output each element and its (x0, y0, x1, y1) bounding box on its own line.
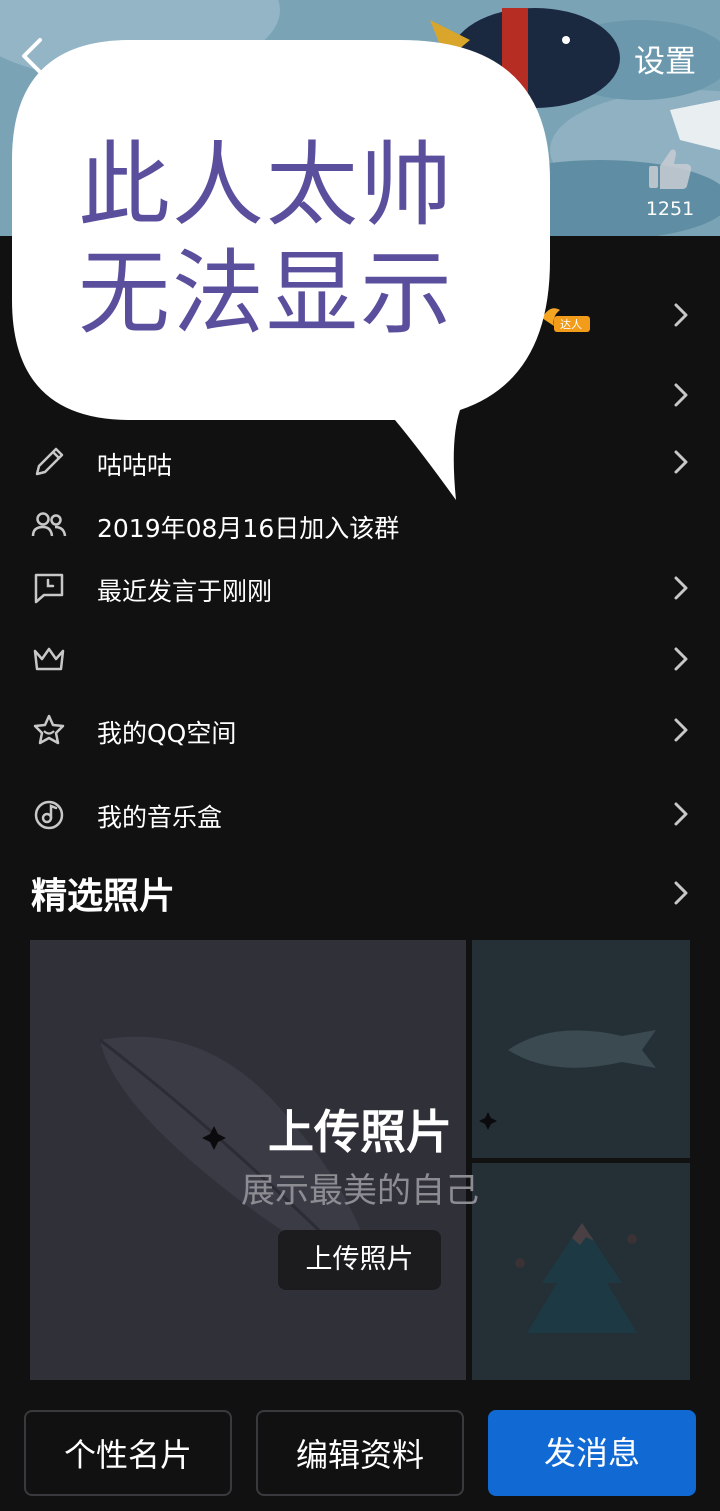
edit-profile-button[interactable]: 编辑资料 (256, 1410, 464, 1496)
last-speak-row[interactable]: 最近发言于刚刚 (0, 558, 720, 618)
info-row-2[interactable] (0, 365, 720, 425)
upload-photo-title: 上传照片 (268, 1105, 452, 1159)
chevron-right-icon (674, 718, 688, 742)
send-message-button[interactable]: 发消息 (488, 1410, 696, 1496)
chevron-right-icon (674, 383, 688, 407)
chevron-right-icon[interactable] (670, 879, 692, 907)
qzone-text: 我的QQ空间 (97, 719, 237, 748)
chevron-right-icon (674, 450, 688, 474)
sticker-line-2: 无法显示 (78, 240, 455, 347)
star-icon (33, 714, 65, 745)
like-count: 1251 (645, 198, 695, 220)
join-date-row: 2019年08月16日加入该群 (0, 495, 720, 555)
chevron-right-icon (674, 303, 688, 327)
settings-button[interactable]: 设置 (634, 36, 696, 81)
chevron-left-icon (22, 38, 42, 74)
pencil-icon (35, 447, 64, 476)
thumbs-up-icon (649, 149, 692, 189)
upload-photo-button[interactable]: 上传照片 (278, 1230, 441, 1290)
music-row[interactable]: 我的音乐盒 (0, 784, 720, 844)
members-icon (31, 512, 67, 537)
chat-clock-icon (34, 573, 64, 604)
signature-text: 咕咕咕 (97, 451, 173, 480)
crown-icon (33, 647, 65, 671)
talent-badge: 达人 (540, 304, 592, 334)
talent-badge-label: 达人 (560, 318, 582, 331)
join-date-text: 2019年08月16日加入该群 (97, 514, 400, 543)
vip-row[interactable] (0, 629, 720, 689)
upload-photo-subtitle: 展示最美的自己 (241, 1171, 479, 1211)
bottom-action-bar: 个性名片 编辑资料 发消息 (0, 1396, 720, 1511)
chevron-right-icon (674, 802, 688, 826)
last-speak-text: 最近发言于刚刚 (97, 577, 273, 606)
profile-card-button[interactable]: 个性名片 (24, 1410, 232, 1496)
qzone-row[interactable]: 我的QQ空间 (0, 700, 720, 760)
sticker-line-1: 此人太帅 (78, 132, 455, 239)
music-text: 我的音乐盒 (97, 803, 223, 832)
like-button[interactable]: 1251 (644, 146, 696, 220)
back-button[interactable] (14, 34, 54, 78)
photos-section-title: 精选照片 (31, 876, 176, 917)
chevron-right-icon (674, 576, 688, 600)
signature-row[interactable]: 咕咕咕 (0, 432, 720, 492)
sticker-text: 此人太帅 无法显示 (78, 132, 454, 348)
chevron-right-icon (674, 647, 688, 671)
music-icon (34, 800, 64, 830)
